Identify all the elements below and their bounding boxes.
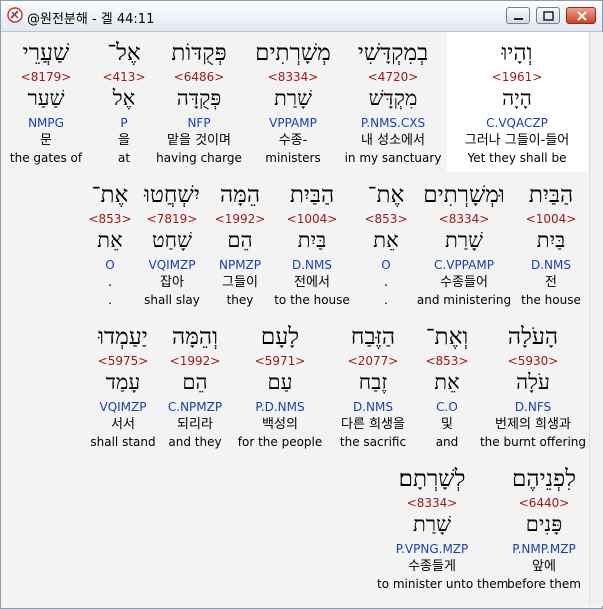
- english-gloss: to minister unto them: [377, 577, 509, 591]
- morphology-code: VPPAMP: [269, 116, 317, 130]
- korean-gloss: 서서: [111, 417, 135, 432]
- app-logo-icon: [7, 7, 23, 23]
- hebrew-lemma: שָׁרַת: [274, 86, 312, 110]
- strong-number-link[interactable]: <8334>: [377, 496, 487, 510]
- morphology-code: P.NMS.CXS: [360, 116, 426, 130]
- english-gloss: in my sanctuary: [344, 151, 442, 165]
- hebrew-word: מְשָׁרְתִים: [255, 40, 331, 66]
- hebrew-word: אֶת־: [91, 182, 129, 208]
- window-title: @원전분해 - 겔 44:11: [27, 12, 155, 27]
- word-cell[interactable]: יַעַמְדוּ <5975> עָמַד VQIMZP 서서 shall stand: [68, 322, 178, 452]
- hebrew-lemma: אֵת: [97, 228, 123, 252]
- strong-number-link[interactable]: <8334>: [238, 70, 348, 84]
- morphology-code: P.VPNG.MZP: [395, 542, 469, 556]
- strong-number-link[interactable]: <8179>: [2, 70, 101, 84]
- english-gloss: Yet they shall be: [467, 151, 567, 165]
- strong-number-link[interactable]: <853>: [55, 212, 165, 226]
- morphology-code: VQIMZP: [99, 400, 147, 414]
- hebrew-word: לִפְנֵיהֶם: [512, 466, 576, 492]
- english-gloss: .: [108, 293, 112, 307]
- hebrew-word: יַעַמְדוּ: [98, 324, 148, 350]
- strong-number-link[interactable]: <4720>: [338, 70, 448, 84]
- morphology-code: C.VQACZP: [486, 116, 548, 130]
- korean-gloss: 수종들게: [408, 559, 456, 574]
- close-button[interactable]: [566, 7, 596, 24]
- hebrew-lemma: פָּנִים: [525, 512, 563, 536]
- morphology-code: P.NMP.MZP: [512, 542, 576, 556]
- hebrew-lemma: שָׁרַת: [413, 512, 451, 536]
- korean-gloss: 수종-: [278, 133, 308, 148]
- english-gloss: ministers: [265, 151, 321, 165]
- interlinear-panel[interactable]: וְהָיוּ <1961> הָיָה C.VQACZP 그러나 그들이-들어 Yet …: [2, 32, 589, 606]
- close-icon: [577, 11, 587, 21]
- word-cell[interactable]: אֶת־ <853> אֵת O..: [55, 180, 165, 310]
- hebrew-word: לְשָׁרְתָם׃: [398, 466, 466, 492]
- strong-number-link[interactable]: <5975>: [68, 354, 178, 368]
- english-gloss: the gates of: [9, 151, 83, 165]
- korean-gloss: 내 성소에서: [361, 133, 425, 148]
- title-bar[interactable]: @원전분해 - 겔 44:11: [1, 1, 602, 32]
- word-cell[interactable]: לִפְנֵיהֶם <6440> פָּנִים P.NMP.MZP 앞에 before…: [489, 464, 589, 594]
- word-cell[interactable]: וְהָיוּ <1961> הָיָה C.VQACZP 그러나 그들이-들어 Yet …: [462, 38, 572, 168]
- maximize-icon: [543, 11, 554, 21]
- hebrew-word: שַׁעֲרֵי: [22, 40, 70, 66]
- word-cell[interactable]: מְשָׁרְתִים <8334> שָׁרַת VPPAMP 수종-minister…: [238, 38, 348, 168]
- word-cell[interactable]: שַׁעֲרֵי <8179> שַׁעַר NMPG 문 the gates of: [2, 38, 101, 168]
- hebrew-lemma: שַׁעַר: [27, 86, 65, 110]
- korean-gloss: .: [107, 275, 113, 290]
- hebrew-lemma: הָיָה: [502, 86, 532, 110]
- minimize-icon: [514, 18, 523, 20]
- vertical-scrollbar[interactable]: [589, 32, 603, 606]
- korean-gloss: 앞에: [532, 559, 556, 574]
- strong-number-link[interactable]: <6440>: [489, 496, 589, 510]
- word-cell[interactable]: בְמִקְדָּשִׁי <4720> מִקְדָּשׁ P.NMS.CXS 내 성…: [338, 38, 448, 168]
- korean-gloss: 그러나 그들이-들어: [464, 133, 570, 148]
- hebrew-lemma: עָמַד: [105, 370, 141, 394]
- minimize-button[interactable]: [506, 7, 530, 24]
- hebrew-word: בְמִקְדָּשִׁי: [357, 40, 429, 66]
- morphology-code: NMPG: [28, 116, 64, 130]
- hebrew-word: וְהָיוּ: [501, 40, 533, 66]
- strong-number-link[interactable]: <1961>: [462, 70, 572, 84]
- word-cell[interactable]: לְשָׁרְתָם׃ <8334> שָׁרַת P.VPNG.MZP 수종들게 to …: [377, 464, 509, 594]
- korean-gloss: 문: [40, 133, 52, 148]
- app-window: @원전분해 - 겔 44:11 וְהָיוּ <1961> הָיָה C.VQAC…: [0, 0, 603, 609]
- hebrew-lemma: מִקְדָּשׁ: [368, 86, 418, 110]
- morphology-code: O: [105, 258, 115, 272]
- maximize-button[interactable]: [536, 7, 560, 24]
- english-gloss: shall stand: [90, 435, 156, 449]
